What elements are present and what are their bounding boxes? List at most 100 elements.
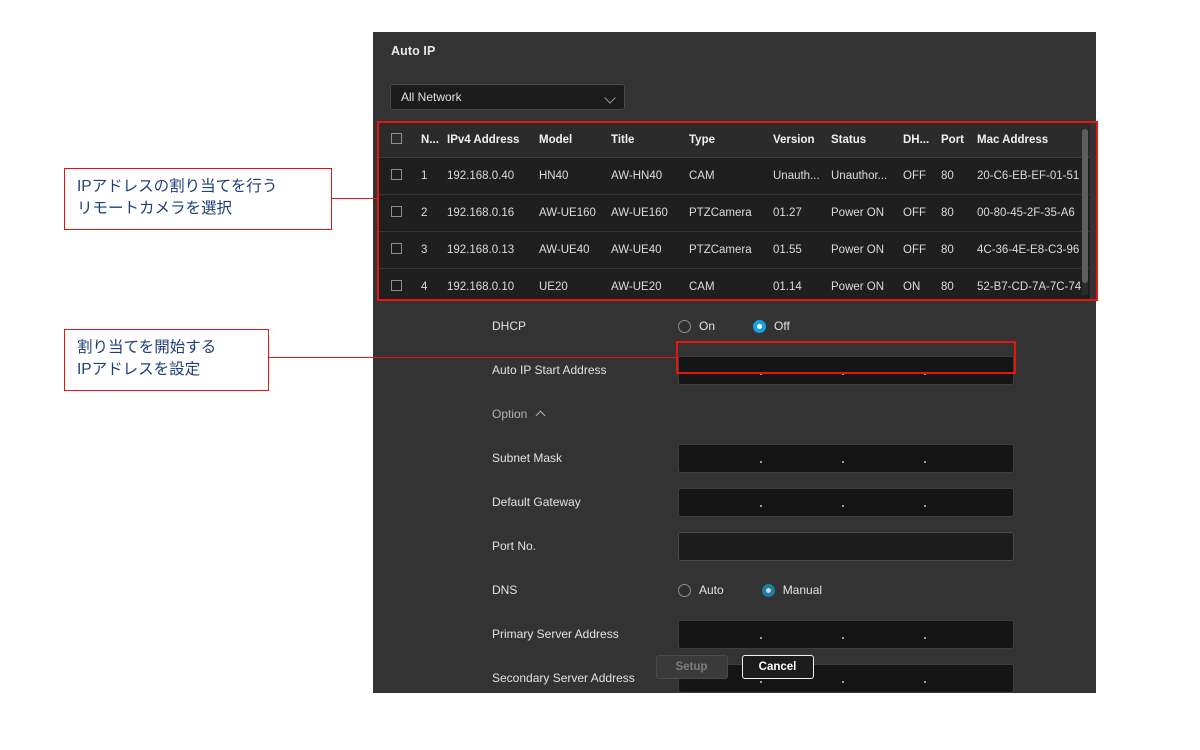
option-label: Option xyxy=(492,407,527,421)
ip-separator-dot xyxy=(760,637,762,639)
header-version[interactable]: Version xyxy=(773,123,831,158)
radio-icon-selected[interactable] xyxy=(762,584,775,597)
cell-port: 80 xyxy=(941,269,977,301)
annotation-connector-1 xyxy=(332,198,378,199)
form-row-option: Option xyxy=(373,392,1096,436)
cell-mac: 00-80-45-2F-35-A6 xyxy=(977,195,1090,232)
chevron-down-icon xyxy=(605,92,616,103)
primary-server-input[interactable] xyxy=(678,620,1014,649)
cell-version: 01.14 xyxy=(773,269,831,301)
option-toggle[interactable]: Option xyxy=(492,407,546,421)
row-checkbox[interactable] xyxy=(391,280,402,291)
table-scrollbar-thumb[interactable] xyxy=(1082,129,1088,283)
cancel-button[interactable]: Cancel xyxy=(742,655,814,679)
dns-radio-auto[interactable]: Auto xyxy=(678,583,724,597)
cell-title: AW-HN40 xyxy=(611,158,689,195)
row-checkbox-cell[interactable] xyxy=(379,269,421,301)
header-ipv4[interactable]: IPv4 Address xyxy=(447,123,539,158)
dns-radio-group: Auto Manual xyxy=(678,583,860,597)
ip-separator-dot xyxy=(842,637,844,639)
table-row[interactable]: 1 192.168.0.40 HN40 AW-HN40 CAM Unauth..… xyxy=(379,158,1090,195)
device-table-container: N... IPv4 Address Model Title Type Versi… xyxy=(379,123,1090,300)
default-gateway-input[interactable] xyxy=(678,488,1014,517)
row-checkbox-cell[interactable] xyxy=(379,232,421,269)
subnet-mask-label: Subnet Mask xyxy=(492,451,562,465)
cell-version: 01.55 xyxy=(773,232,831,269)
auto-ip-start-control xyxy=(678,356,1014,385)
dialog-title: Auto IP xyxy=(391,44,435,58)
row-checkbox[interactable] xyxy=(391,243,402,254)
cell-title: AW-UE20 xyxy=(611,269,689,301)
cell-model: AW-UE160 xyxy=(539,195,611,232)
cell-title: AW-UE160 xyxy=(611,195,689,232)
dialog-button-bar: Setup Cancel xyxy=(373,655,1096,679)
port-no-control xyxy=(678,532,1014,561)
cell-model: AW-UE40 xyxy=(539,232,611,269)
ip-separator-dot xyxy=(842,373,844,375)
cell-type: PTZCamera xyxy=(689,232,773,269)
cell-type: CAM xyxy=(689,158,773,195)
header-no[interactable]: N... xyxy=(421,123,447,158)
form-row-dns: DNS Auto Manual xyxy=(373,568,1096,612)
ip-separator-dot xyxy=(842,681,844,683)
form-row-dhcp: DHCP On Off xyxy=(373,304,1096,348)
form-row-default-gateway: Default Gateway xyxy=(373,480,1096,524)
annotation-set-start-ip: 割り当てを開始する IPアドレスを設定 xyxy=(64,329,269,391)
network-select[interactable]: All Network xyxy=(390,84,625,110)
cell-status: Power ON xyxy=(831,269,903,301)
port-no-label: Port No. xyxy=(492,539,536,553)
cell-no: 1 xyxy=(421,158,447,195)
header-title[interactable]: Title xyxy=(611,123,689,158)
row-checkbox[interactable] xyxy=(391,169,402,180)
table-scrollbar[interactable] xyxy=(1082,127,1088,295)
dhcp-radio-off[interactable]: Off xyxy=(753,319,790,333)
ip-separator-dot xyxy=(924,461,926,463)
cell-version: Unauth... xyxy=(773,158,831,195)
subnet-mask-input[interactable] xyxy=(678,444,1014,473)
dhcp-off-label: Off xyxy=(774,319,790,333)
cell-dhcp: OFF xyxy=(903,195,941,232)
header-type[interactable]: Type xyxy=(689,123,773,158)
cell-mac: 52-B7-CD-7A-7C-74 xyxy=(977,269,1090,301)
annotation-connector-2 xyxy=(269,357,678,358)
cell-ipv4: 192.168.0.16 xyxy=(447,195,539,232)
radio-icon-off-state[interactable] xyxy=(678,320,691,333)
table-row[interactable]: 3 192.168.0.13 AW-UE40 AW-UE40 PTZCamera… xyxy=(379,232,1090,269)
primary-server-control xyxy=(678,620,1014,649)
annotation-select-camera: IPアドレスの割り当てを行う リモートカメラを選択 xyxy=(64,168,332,230)
ip-separator-dot xyxy=(760,373,762,375)
header-select-all[interactable] xyxy=(379,123,421,158)
radio-icon-selected[interactable] xyxy=(753,320,766,333)
cell-mac: 20-C6-EB-EF-01-51 xyxy=(977,158,1090,195)
table-row[interactable]: 4 192.168.0.10 UE20 AW-UE20 CAM 01.14 Po… xyxy=(379,269,1090,301)
header-model[interactable]: Model xyxy=(539,123,611,158)
header-port[interactable]: Port xyxy=(941,123,977,158)
row-checkbox[interactable] xyxy=(391,206,402,217)
header-mac[interactable]: Mac Address xyxy=(977,123,1090,158)
header-dhcp[interactable]: DH... xyxy=(903,123,941,158)
select-all-checkbox[interactable] xyxy=(391,133,402,144)
setup-button[interactable]: Setup xyxy=(656,655,728,679)
auto-ip-start-input[interactable] xyxy=(678,356,1014,385)
ip-separator-dot xyxy=(924,373,926,375)
row-checkbox-cell[interactable] xyxy=(379,195,421,232)
ip-separator-dot xyxy=(924,505,926,507)
table-row[interactable]: 2 192.168.0.16 AW-UE160 AW-UE160 PTZCame… xyxy=(379,195,1090,232)
device-table: N... IPv4 Address Model Title Type Versi… xyxy=(379,123,1090,300)
header-status[interactable]: Status xyxy=(831,123,903,158)
dns-radio-manual[interactable]: Manual xyxy=(762,583,822,597)
cell-dhcp: ON xyxy=(903,269,941,301)
radio-icon-off-state[interactable] xyxy=(678,584,691,597)
cell-mac: 4C-36-4E-E8-C3-96 xyxy=(977,232,1090,269)
ip-separator-dot xyxy=(760,461,762,463)
cell-no: 3 xyxy=(421,232,447,269)
ip-separator-dot xyxy=(842,461,844,463)
row-checkbox-cell[interactable] xyxy=(379,158,421,195)
network-select-value: All Network xyxy=(401,90,605,104)
dhcp-radio-on[interactable]: On xyxy=(678,319,715,333)
ip-separator-dot xyxy=(924,681,926,683)
settings-form: DHCP On Off Auto IP Start Address xyxy=(373,304,1096,700)
port-no-input[interactable] xyxy=(678,532,1014,561)
dns-label: DNS xyxy=(492,583,517,597)
cell-type: PTZCamera xyxy=(689,195,773,232)
